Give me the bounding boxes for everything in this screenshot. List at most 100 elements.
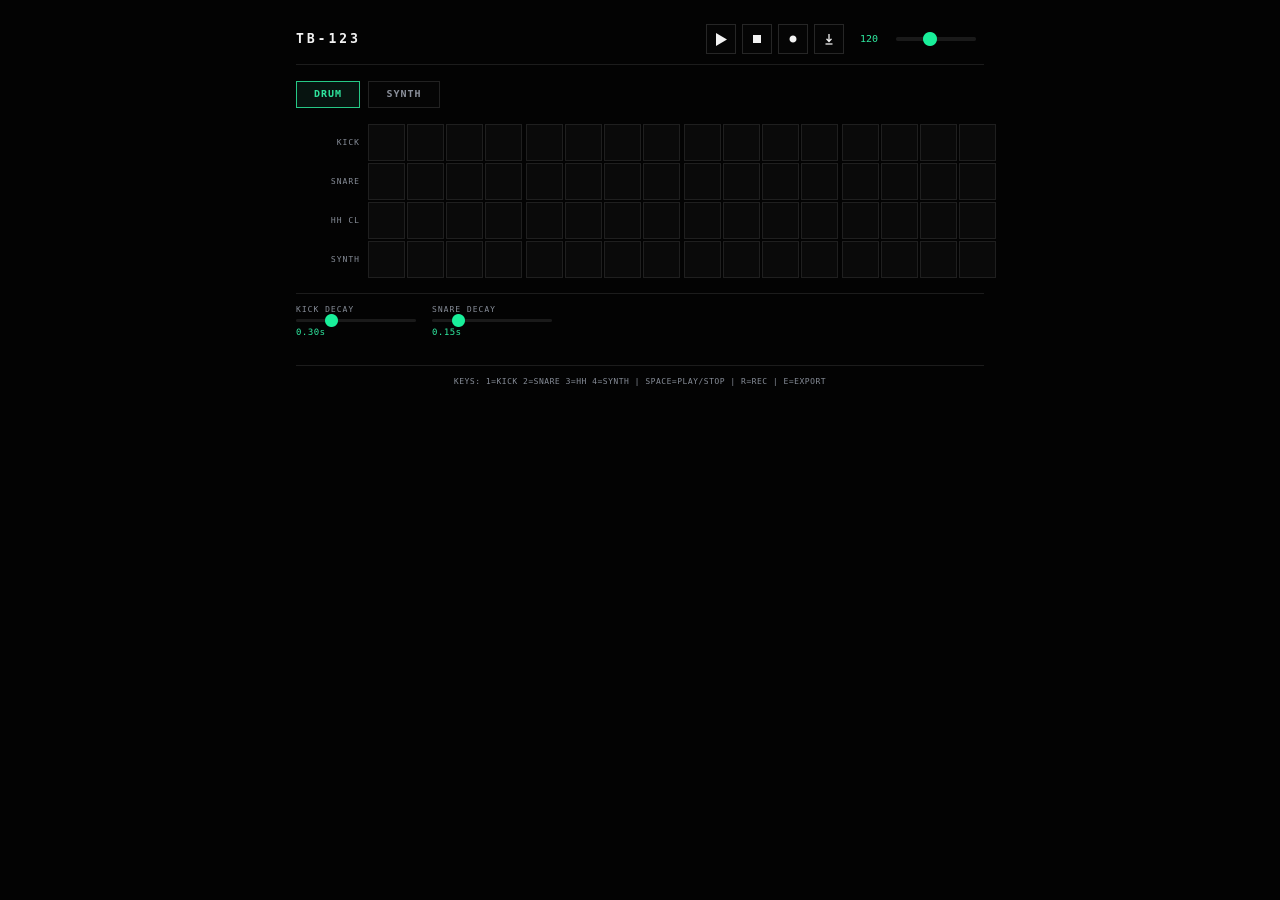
step-grid: KICK SNARE HH CL SYNTH	[296, 124, 996, 280]
step-cell[interactable]	[446, 124, 483, 161]
step-cell[interactable]	[407, 202, 444, 239]
snare-decay-value: 0.15s	[432, 328, 462, 338]
step-cell[interactable]	[881, 202, 918, 239]
tab-drum[interactable]: DRUM	[296, 81, 360, 108]
step-cell[interactable]	[446, 163, 483, 200]
step-cell[interactable]	[920, 241, 957, 278]
track-label: HH CL	[330, 216, 360, 225]
step-cell[interactable]	[723, 202, 760, 239]
step-cell[interactable]	[842, 124, 879, 161]
step-cell[interactable]	[723, 124, 760, 161]
keyboard-shortcuts-help: KEYS: 1=KICK 2=SNARE 3=HH 4=SYNTH | SPAC…	[453, 377, 827, 386]
step-cell[interactable]	[604, 202, 641, 239]
step-row	[368, 241, 996, 278]
step-cell[interactable]	[762, 241, 799, 278]
snare-decay-control: SNARE DECAY 0.15s	[432, 305, 552, 338]
step-cell[interactable]	[407, 163, 444, 200]
step-cell[interactable]	[565, 241, 602, 278]
step-cell[interactable]	[368, 202, 405, 239]
snare-decay-slider[interactable]	[432, 314, 552, 327]
transport-bar: 120	[706, 24, 976, 54]
step-row	[368, 202, 996, 239]
bpm-slider[interactable]	[896, 32, 976, 46]
step-cell[interactable]	[842, 163, 879, 200]
track-label: SNARE	[330, 177, 360, 186]
step-cell[interactable]	[485, 124, 522, 161]
step-cell[interactable]	[526, 163, 563, 200]
kick-decay-thumb[interactable]	[324, 314, 338, 327]
divider	[296, 293, 984, 294]
step-cell[interactable]	[959, 202, 996, 239]
app-title: TB-123	[296, 32, 361, 47]
record-button[interactable]	[778, 24, 808, 54]
step-cell[interactable]	[801, 241, 838, 278]
snare-decay-label: SNARE DECAY	[432, 305, 496, 314]
step-cell[interactable]	[684, 163, 721, 200]
step-cell[interactable]	[842, 202, 879, 239]
step-cell[interactable]	[643, 241, 680, 278]
step-cell[interactable]	[920, 124, 957, 161]
play-button[interactable]	[706, 24, 736, 54]
step-cell[interactable]	[485, 163, 522, 200]
step-cell[interactable]	[604, 124, 641, 161]
step-cell[interactable]	[920, 202, 957, 239]
step-cell[interactable]	[643, 163, 680, 200]
step-row	[368, 124, 996, 161]
step-cell[interactable]	[526, 202, 563, 239]
step-cell[interactable]	[920, 163, 957, 200]
step-cell[interactable]	[446, 202, 483, 239]
step-cell[interactable]	[959, 163, 996, 200]
step-cell[interactable]	[801, 124, 838, 161]
step-cell[interactable]	[684, 124, 721, 161]
kick-decay-slider[interactable]	[296, 314, 416, 327]
record-icon	[789, 35, 797, 43]
snare-decay-thumb[interactable]	[452, 314, 466, 327]
step-cell[interactable]	[723, 241, 760, 278]
step-cell[interactable]	[407, 241, 444, 278]
kick-decay-control: KICK DECAY 0.30s	[296, 305, 416, 338]
stop-icon	[753, 35, 761, 43]
step-cell[interactable]	[959, 241, 996, 278]
step-cell[interactable]	[762, 163, 799, 200]
stop-button[interactable]	[742, 24, 772, 54]
step-cell[interactable]	[762, 124, 799, 161]
step-cell[interactable]	[959, 124, 996, 161]
header: TB-123 120	[296, 0, 984, 65]
export-button[interactable]	[814, 24, 844, 54]
divider	[296, 365, 984, 366]
step-cell[interactable]	[842, 241, 879, 278]
bpm-slider-thumb[interactable]	[923, 32, 938, 46]
track-label: KICK	[336, 138, 360, 147]
step-cell[interactable]	[604, 163, 641, 200]
kick-decay-label: KICK DECAY	[296, 305, 355, 314]
step-cell[interactable]	[565, 202, 602, 239]
step-cell[interactable]	[368, 241, 405, 278]
step-cell[interactable]	[723, 163, 760, 200]
step-cell[interactable]	[762, 202, 799, 239]
step-cell[interactable]	[526, 124, 563, 161]
step-cell[interactable]	[485, 202, 522, 239]
step-cell[interactable]	[446, 241, 483, 278]
step-cell[interactable]	[684, 202, 721, 239]
step-cell[interactable]	[526, 241, 563, 278]
track-row-snare: SNARE	[296, 163, 996, 200]
step-cell[interactable]	[684, 241, 721, 278]
step-cell[interactable]	[881, 241, 918, 278]
step-cell[interactable]	[801, 163, 838, 200]
step-cell[interactable]	[485, 241, 522, 278]
step-cell[interactable]	[565, 124, 602, 161]
step-cell[interactable]	[368, 124, 405, 161]
step-cell[interactable]	[881, 124, 918, 161]
tab-synth[interactable]: SYNTH	[368, 81, 440, 108]
step-cell[interactable]	[368, 163, 405, 200]
track-label: SYNTH	[330, 255, 360, 264]
step-cell[interactable]	[643, 202, 680, 239]
step-cell[interactable]	[604, 241, 641, 278]
track-row-synth: SYNTH	[296, 241, 996, 278]
param-panel: KICK DECAY 0.30s SNARE DECAY 0.15s	[296, 305, 568, 338]
step-cell[interactable]	[407, 124, 444, 161]
step-cell[interactable]	[643, 124, 680, 161]
step-cell[interactable]	[881, 163, 918, 200]
step-cell[interactable]	[565, 163, 602, 200]
step-cell[interactable]	[801, 202, 838, 239]
